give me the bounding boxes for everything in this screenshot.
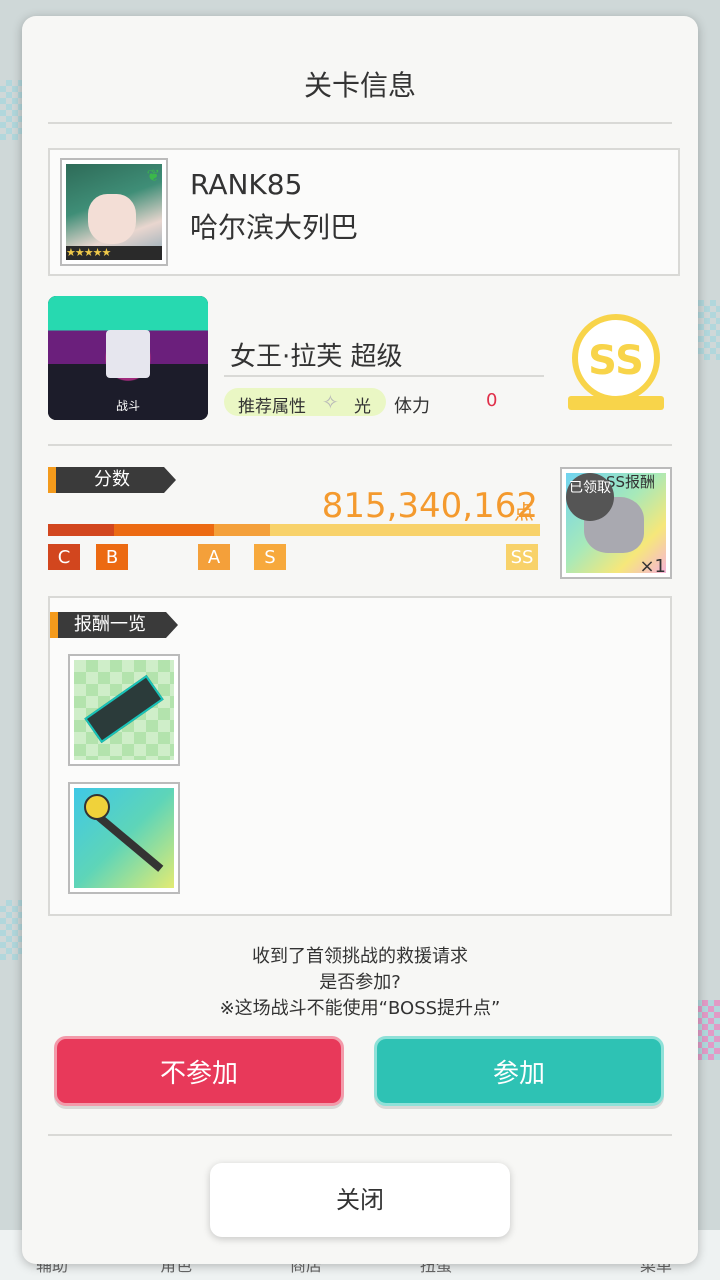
divider	[48, 122, 672, 124]
reward-item[interactable]	[68, 782, 180, 894]
avatar-face	[88, 194, 136, 244]
rescue-note: ※这场战斗不能使用“BOSS提升点”	[219, 998, 501, 1019]
divider	[48, 1134, 672, 1136]
stage-image-label: 战斗	[115, 399, 140, 413]
reward-list-label: 报酬一览	[50, 612, 178, 638]
divider	[48, 444, 672, 446]
score-progress-bar	[48, 524, 540, 536]
rescue-question: 是否参加?	[319, 972, 401, 993]
stage-info-dialog: 关卡信息 ❦ ★★★★★ RANK85 哈尔滨大列巴 战斗 女王·拉芙 超级 推…	[22, 16, 698, 1264]
rescue-message: 收到了首领挑战的救援请求	[252, 946, 468, 967]
badge-text: SS	[588, 338, 644, 384]
badge-ribbon	[568, 396, 664, 410]
reward-count: ×1	[639, 556, 666, 577]
boss-stage-image: 战斗	[48, 296, 208, 420]
score-value: 815,340,162	[321, 486, 538, 526]
score-unit: 点	[514, 500, 534, 524]
stamina-label: 体力	[394, 396, 430, 417]
player-avatar[interactable]: ❦ ★★★★★	[60, 158, 168, 266]
ss-grade-badge: SS	[568, 306, 664, 410]
attribute-value: 光	[354, 397, 371, 417]
scepter-head	[84, 794, 110, 820]
accept-button[interactable]: 参加	[374, 1036, 664, 1106]
recommended-attribute: 推荐属性 ✧ 光	[224, 388, 386, 417]
score-reward-card[interactable]: SS报酬 已领取 ×1	[560, 467, 672, 579]
divider	[224, 375, 544, 377]
boss-sprite	[106, 330, 150, 378]
dialog-title: 关卡信息	[303, 69, 416, 102]
score-section-label: 分数	[48, 467, 176, 493]
decline-button[interactable]: 不参加	[54, 1036, 344, 1106]
reward-card-header: SS报酬	[606, 473, 656, 491]
boss-name: 女王·拉芙 超级	[230, 342, 403, 372]
reward-list: 报酬一览	[48, 596, 672, 916]
grade-b: B	[96, 544, 128, 570]
bar-segment-s	[270, 524, 540, 536]
leaf-icon: ❦	[146, 166, 160, 185]
reward-item[interactable]	[68, 654, 180, 766]
claimed-badge: 已领取	[566, 473, 614, 521]
player-rank: RANK85	[190, 168, 303, 201]
rarity-stars: ★★★★★	[66, 246, 162, 260]
grade-ss: SS	[506, 544, 538, 570]
sparkle-icon: ✧	[322, 390, 339, 414]
grade-c: C	[48, 544, 80, 570]
recommended-label: 推荐属性	[238, 397, 306, 417]
grade-a: A	[198, 544, 230, 570]
stamina-value: 0	[486, 390, 498, 411]
close-button[interactable]: 关闭	[210, 1163, 510, 1237]
player-card: ❦ ★★★★★ RANK85 哈尔滨大列巴	[48, 148, 680, 276]
grade-s: S	[254, 544, 286, 570]
bar-segment-c	[48, 524, 114, 536]
bar-segment-b	[114, 524, 214, 536]
bar-segment-a	[214, 524, 270, 536]
player-name: 哈尔滨大列巴	[190, 211, 359, 244]
